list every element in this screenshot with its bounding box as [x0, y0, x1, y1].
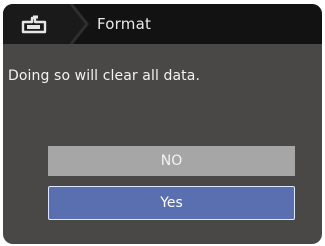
camera-screen: Format Doing so will clear all data. NO …: [0, 0, 325, 246]
yes-button[interactable]: Yes: [48, 186, 295, 220]
format-dialog: Format Doing so will clear all data. NO …: [3, 4, 322, 244]
breadcrumb-chevron-icon: [59, 4, 89, 44]
warning-message: Doing so will clear all data.: [8, 68, 201, 84]
menu-icon-cell: [3, 4, 63, 44]
no-button[interactable]: NO: [48, 146, 295, 176]
title-bar: Format: [3, 4, 322, 44]
camera-setup-menu-icon: [21, 15, 47, 34]
menu-title: Format: [97, 15, 152, 33]
